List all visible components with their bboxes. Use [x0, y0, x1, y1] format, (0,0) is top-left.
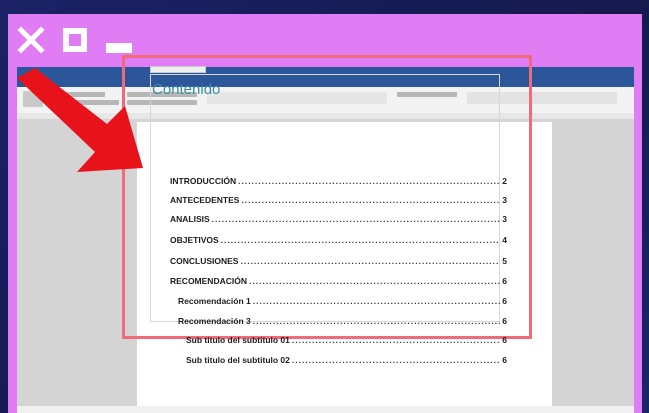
toc-entry-label: Sub titulo del subtitulo 01	[186, 335, 290, 345]
toc-entry-label: INTRODUCCIÓN	[170, 176, 237, 186]
toc-entry-page: 2	[502, 176, 507, 186]
toc-entry-label: CONCLUSIONES	[170, 256, 239, 266]
toc-entry-page: 6	[502, 316, 507, 326]
toc-entry-page: 3	[502, 195, 507, 205]
toc-leader-dots: ........................................…	[220, 235, 501, 245]
toc-entry-page: 6	[502, 335, 507, 345]
toc-leader-dots: ........................................…	[241, 195, 501, 205]
toc-leader-dots: ........................................…	[291, 355, 501, 365]
toc-entry[interactable]: OBJETIVOS...............................…	[170, 235, 507, 245]
toc-entry[interactable]: CONCLUSIONES............................…	[170, 256, 507, 266]
toc-entry-label: RECOMENDACIÓN	[170, 276, 247, 286]
toc-entry[interactable]: ANALISIS................................…	[170, 214, 507, 224]
toc-control-tab[interactable]	[150, 66, 206, 73]
toc-leader-dots: ........................................…	[240, 256, 500, 266]
status-bar	[17, 406, 634, 413]
arrow-pointer-icon	[17, 68, 143, 172]
toc-leader-dots: ........................................…	[252, 316, 501, 326]
toc-entry[interactable]: RECOMENDACIÓN...........................…	[170, 276, 507, 286]
toc-entry-label: Recomendación 1	[178, 296, 251, 306]
toc-leader-dots: ........................................…	[238, 176, 501, 186]
toc-entry-page: 6	[502, 355, 507, 365]
toc-leader-dots: ........................................…	[248, 276, 501, 286]
toc-entry[interactable]: ANTECEDENTES............................…	[170, 195, 507, 205]
toc-leader-dots: ........................................…	[291, 335, 501, 345]
toc-entry[interactable]: INTRODUCCIÓN............................…	[170, 176, 507, 186]
toc-entry-label: Sub titulo del subtitulo 02	[186, 355, 290, 365]
toc-entry-label: ANALISIS	[170, 214, 210, 224]
toc-title: Contenido	[152, 81, 221, 98]
toc-entry-page: 3	[502, 214, 507, 224]
toc-entry[interactable]: Recomendación 3.........................…	[178, 316, 507, 326]
toc-leader-dots: ........................................…	[252, 296, 501, 306]
toc-entry-page: 6	[502, 296, 507, 306]
toc-leader-dots: ........................................…	[211, 214, 501, 224]
minimize-icon[interactable]	[104, 25, 134, 55]
toc-entry-label: Recomendación 3	[178, 316, 251, 326]
toc-entry[interactable]: Sub titulo del subtitulo 02.............…	[186, 355, 507, 365]
toc-entry-page: 4	[502, 235, 507, 245]
toc-entry-page: 6	[502, 276, 507, 286]
toc-entry[interactable]: Sub titulo del subtitulo 01.............…	[186, 335, 507, 345]
toc-entry-label: ANTECEDENTES	[170, 195, 240, 205]
maximize-icon[interactable]	[60, 25, 90, 55]
toc-entry[interactable]: Recomendación 1.........................…	[178, 296, 507, 306]
toc-entry-page: 5	[502, 256, 507, 266]
toc-entry-label: OBJETIVOS	[170, 235, 219, 245]
close-icon[interactable]	[16, 25, 46, 55]
